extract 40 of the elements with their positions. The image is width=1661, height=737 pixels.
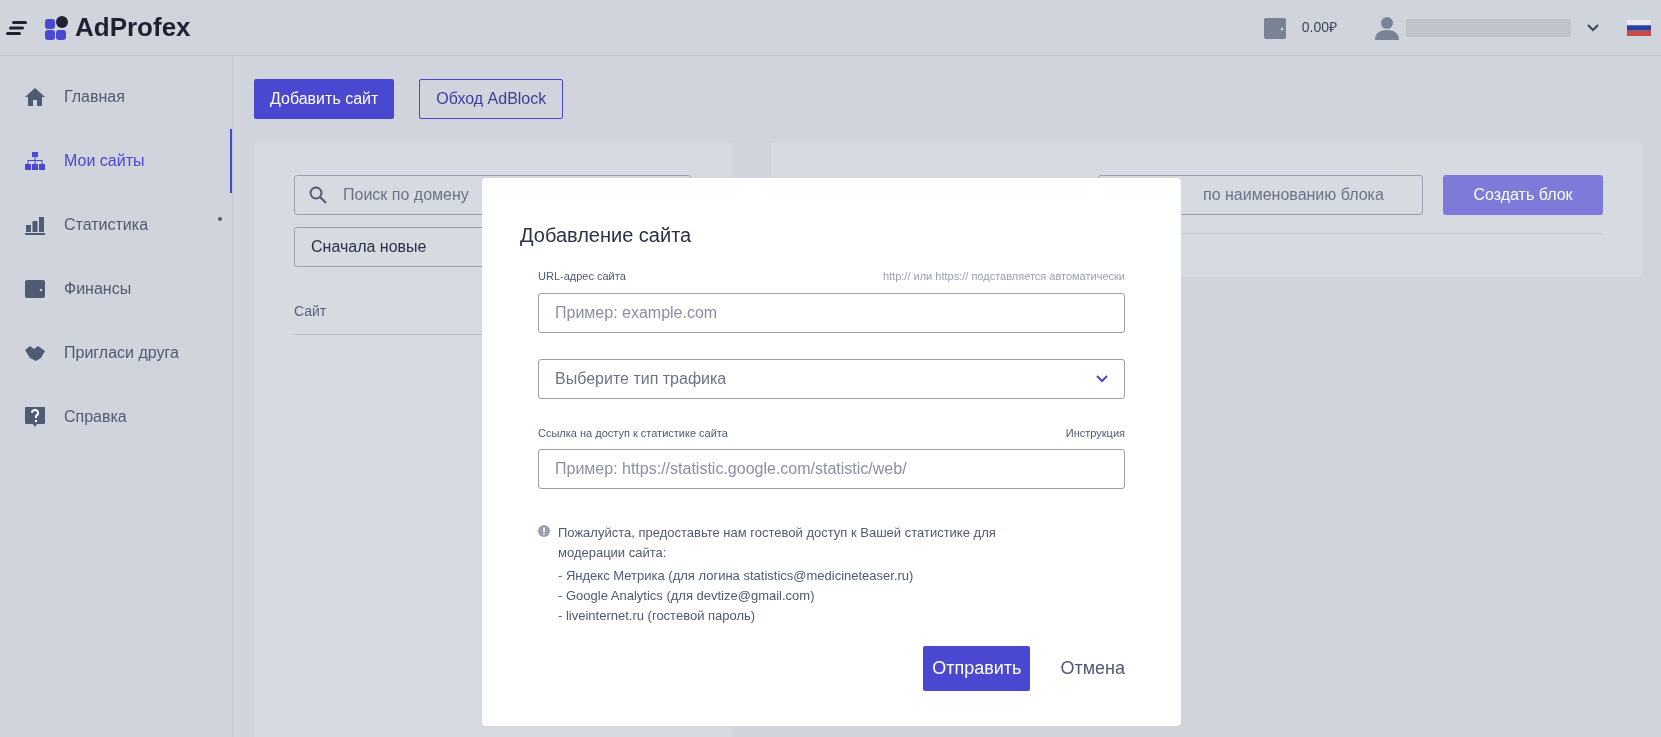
field-label: Ссылка на доступ к статистике сайта bbox=[538, 425, 728, 441]
sidebar-item[interactable]: Мои сайты bbox=[0, 129, 232, 193]
flag-icon[interactable] bbox=[1627, 19, 1651, 36]
submit-button[interactable]: Отправить bbox=[923, 646, 1031, 691]
wallet-icon bbox=[1263, 16, 1286, 39]
notice-list-item: - Google Analytics (для devtize@gmail.com) bbox=[558, 587, 816, 605]
adblock-button[interactable]: Обход AdBlock bbox=[419, 79, 564, 119]
bar-chart-icon bbox=[24, 215, 46, 235]
cancel-button[interactable]: Отмена bbox=[1060, 655, 1125, 682]
sidebar-item[interactable]: Справка bbox=[0, 385, 232, 449]
wallet-icon bbox=[24, 279, 46, 299]
chevron-down-icon[interactable] bbox=[1587, 23, 1599, 32]
user-avatar-icon[interactable] bbox=[1375, 15, 1399, 40]
sidebar-item[interactable]: Пригласи друга bbox=[0, 321, 232, 385]
balance-text: 0.00₽ bbox=[1301, 18, 1337, 37]
dialog-title: Добавление сайта bbox=[520, 223, 693, 248]
sidebar-item[interactable]: Финансы bbox=[0, 257, 232, 321]
add-site-button[interactable]: Добавить сайт bbox=[254, 79, 395, 119]
notice-list-item: - liveinternet.ru (гостевой пароль) bbox=[558, 607, 757, 625]
stats-link-input-field[interactable]: Пример: https://statistic.google.com/statistic/web/ bbox=[538, 449, 1125, 489]
help-icon bbox=[24, 406, 46, 428]
logo-icon bbox=[44, 14, 70, 41]
instruction-link[interactable]: Инструкция bbox=[1065, 424, 1125, 441]
sidebar-item[interactable]: Статистика bbox=[0, 193, 232, 257]
logo-text: AdProfex bbox=[75, 11, 191, 44]
notice-list-item: - Яндекс Метрика (для логина statistics@medicineteaser.ru) bbox=[558, 567, 915, 585]
info-icon bbox=[538, 525, 550, 537]
menu-icon[interactable] bbox=[6, 19, 28, 36]
sidebar-item[interactable]: Главная bbox=[0, 65, 232, 129]
search-icon bbox=[309, 186, 327, 204]
create-block-button[interactable]: Создать блок bbox=[1443, 175, 1603, 215]
traffic-type-select[interactable]: Выберите тип трафика bbox=[538, 358, 1125, 399]
column-header: Сайт bbox=[294, 302, 327, 321]
field-hint: http:// или https:// подставляется автоматически bbox=[882, 269, 1125, 284]
chevron-down-icon bbox=[1096, 374, 1108, 383]
home-icon bbox=[24, 87, 46, 107]
notice-text: Пожалуйста, предоставьте нам гостевой доступ к Вашей статистике для модерации сайта: bbox=[558, 524, 997, 562]
url-input-field[interactable]: Пример: example.com bbox=[538, 292, 1125, 333]
sitemap-icon bbox=[24, 151, 46, 171]
field-label: URL-адрес сайта bbox=[538, 269, 626, 284]
